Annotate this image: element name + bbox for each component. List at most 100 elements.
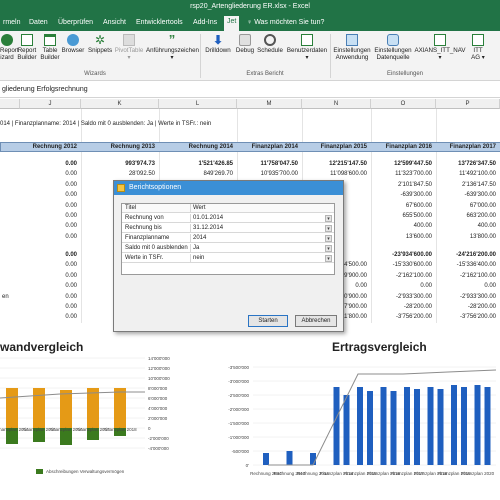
option-row-finanzplanname[interactable]: Finanzplanname 2014 ▾ — [122, 234, 334, 243]
dropdown-arrow-icon[interactable]: ▾ — [325, 255, 332, 262]
table-cell[interactable]: 67'600.00 — [371, 202, 436, 211]
table-cell[interactable]: 13'600.00 — [371, 233, 436, 242]
table-builder-button[interactable]: Table Builder — [40, 34, 60, 61]
table-cell[interactable]: -15'330'600.00 — [371, 261, 436, 270]
browser-button[interactable]: Browser — [61, 34, 85, 54]
table-cell[interactable]: 28'092.50 — [81, 170, 159, 179]
table-cell[interactable]: -3'756'200.00 — [371, 313, 436, 322]
column-header-l[interactable]: L — [159, 99, 237, 109]
drilldown-button[interactable]: ⬇ Drilldown — [203, 34, 233, 54]
table-cell[interactable]: 12'599'447.50 — [371, 160, 436, 169]
table-cell[interactable]: 0.00 — [20, 282, 81, 291]
table-cell[interactable]: 2'136'147.50 — [436, 181, 500, 190]
column-header-o[interactable]: O — [371, 99, 436, 109]
table-cell[interactable]: -2'162'100.00 — [371, 272, 436, 281]
tab-ueberpruefen[interactable]: Überprüfen — [55, 17, 96, 31]
table-cell[interactable]: 67'000.00 — [436, 202, 500, 211]
table-cell[interactable]: 400.00 — [371, 222, 436, 231]
anfuehrungszeichen-button[interactable]: ” Anführungszeichen ▾ — [146, 33, 199, 61]
option-value[interactable]: 01.01.2014 — [193, 214, 223, 223]
column-header-n[interactable]: N — [302, 99, 371, 109]
benutzerdaten-button[interactable]: Benutzerdaten ▾ — [285, 34, 329, 61]
table-cell[interactable]: 0.00 — [20, 313, 81, 322]
table-cell[interactable]: -28'200.00 — [436, 303, 500, 312]
table-cell[interactable]: -3'756'200.00 — [436, 313, 500, 322]
table-cell[interactable]: 0.00 — [20, 272, 81, 281]
table-cell[interactable]: 0.00 — [371, 282, 436, 291]
table-cell[interactable]: 0.00 — [20, 303, 81, 312]
dropdown-arrow-icon[interactable]: ▾ — [325, 235, 332, 242]
dropdown-arrow-icon[interactable]: ▾ — [325, 245, 332, 252]
table-cell[interactable]: 0.00 — [436, 282, 500, 291]
table-cell[interactable]: 0.00 — [20, 212, 81, 221]
dropdown-arrow-icon[interactable]: ▾ — [325, 215, 332, 222]
table-cell[interactable]: 11'758'047.50 — [237, 160, 302, 169]
table-cell[interactable]: 0.00 — [20, 261, 81, 270]
table-cell[interactable]: -639'300.00 — [436, 191, 500, 200]
table-cell[interactable]: -28'200.00 — [371, 303, 436, 312]
table-cell[interactable]: 0.00 — [20, 181, 81, 190]
table-cell[interactable]: 0.00 — [20, 233, 81, 242]
table-cell[interactable]: 2'101'847.50 — [371, 181, 436, 190]
cancel-button[interactable]: Abbrechen — [295, 315, 337, 327]
einstellungen-datenquelle-button[interactable]: Einstellungen Datenquelle — [373, 34, 413, 61]
table-cell[interactable]: 993'974.73 — [81, 160, 159, 169]
option-row-rechnung-von[interactable]: Rechnung von 01.01.2014 ▾ — [122, 214, 334, 223]
table-cell[interactable]: 12'215'147.50 — [302, 160, 371, 169]
table-cell[interactable]: 10'935'700.00 — [237, 170, 302, 179]
debug-button[interactable]: Debug — [234, 34, 256, 54]
column-header-j[interactable]: J — [20, 99, 81, 109]
tab-entwicklertools[interactable]: Entwicklertools — [133, 17, 186, 31]
dropdown-arrow-icon[interactable]: ▾ — [325, 225, 332, 232]
report-builder-button[interactable]: Report Builder — [16, 34, 38, 61]
table-cell[interactable]: -23'934'600.00 — [371, 251, 436, 260]
table-cell[interactable]: 0.00 — [20, 251, 81, 260]
table-cell[interactable]: -15'336'400.00 — [436, 261, 500, 270]
table-cell[interactable]: 0.00 — [20, 160, 81, 169]
table-cell[interactable]: -2'162'100.00 — [436, 272, 500, 281]
table-cell[interactable]: -2'933'300.00 — [371, 293, 436, 302]
column-header-p[interactable]: P — [436, 99, 500, 109]
table-cell[interactable]: 1'521'426.85 — [159, 160, 237, 169]
einstellungen-anwendung-button[interactable]: Einstellungen Anwendung — [332, 34, 372, 61]
snippets-button[interactable]: ✲ Snippets — [87, 34, 113, 54]
table-cell[interactable]: 0.00 — [20, 191, 81, 200]
tab-ansicht[interactable]: Ansicht — [100, 17, 129, 31]
table-cell[interactable]: 11'492'100.00 — [436, 170, 500, 179]
table-cell[interactable]: 400.00 — [436, 222, 500, 231]
table-cell[interactable]: -639'300.00 — [371, 191, 436, 200]
formula-bar[interactable]: gliederung Erfolgsrechnung — [0, 82, 500, 98]
option-row-rechnung-bis[interactable]: Rechnung bis 31.12.2014 ▾ — [122, 224, 334, 233]
tab-daten[interactable]: Daten — [26, 17, 51, 31]
option-value[interactable]: 2014 — [193, 234, 206, 243]
table-cell[interactable]: 655'500.00 — [371, 212, 436, 221]
option-value[interactable]: nein — [193, 254, 204, 263]
column-header-k[interactable]: K — [81, 99, 159, 109]
column-header-m[interactable]: M — [237, 99, 302, 109]
table-cell[interactable]: 11'098'600.00 — [302, 170, 371, 179]
schedule-button[interactable]: Schedule — [256, 34, 284, 54]
table-cell[interactable]: 663'200.00 — [436, 212, 500, 221]
report-wizard-button[interactable]: Report izard — [0, 34, 19, 61]
option-value[interactable]: 31.12.2014 — [193, 224, 223, 233]
table-cell[interactable]: 11'323'700.00 — [371, 170, 436, 179]
itt-ag-button[interactable]: ITT AG ▾ — [468, 34, 488, 61]
tab-formeln[interactable]: rmeln — [0, 17, 24, 31]
option-value[interactable]: Ja — [193, 244, 199, 253]
table-cell[interactable]: 0.00 — [20, 170, 81, 179]
start-button[interactable]: Starten — [248, 315, 288, 327]
pivottable-button[interactable]: PivotTable ▾ — [114, 34, 144, 61]
table-cell[interactable]: 0.00 — [20, 222, 81, 231]
table-cell[interactable]: -24'216'200.00 — [436, 251, 500, 260]
table-cell[interactable]: 13'726'347.50 — [436, 160, 500, 169]
axians-itt-nav-button[interactable]: AXIANS_ITT_NAV ▾ — [414, 34, 466, 61]
tab-jet[interactable]: Jet — [224, 16, 240, 31]
option-row-saldo-mit-0[interactable]: Saldo mit 0 ausblenden Ja ▾ — [122, 244, 334, 253]
table-cell[interactable]: -2'933'300.00 — [436, 293, 500, 302]
tab-add-ins[interactable]: Add-Ins — [190, 17, 220, 31]
table-cell[interactable]: 0.00 — [20, 293, 81, 302]
option-row-werte-in-tsfr[interactable]: Werte in TSFr. nein ▾ — [122, 254, 334, 263]
tell-me-search[interactable]: ♀ Was möchten Sie tun? — [247, 17, 324, 29]
table-cell[interactable]: 13'800.00 — [436, 233, 500, 242]
table-cell[interactable]: 849'269.70 — [159, 170, 237, 179]
